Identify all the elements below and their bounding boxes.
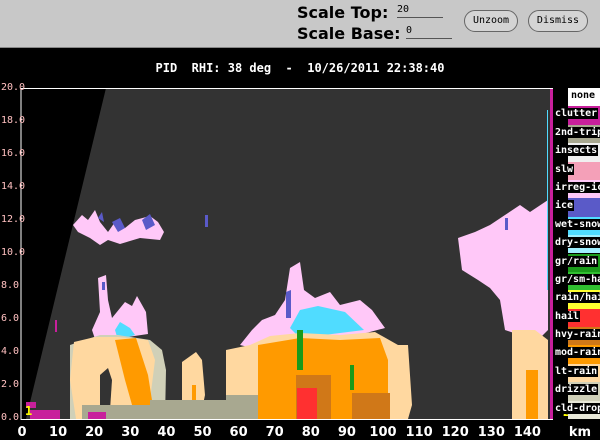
x-tick-label: 130 — [477, 425, 505, 440]
legend-label: lt-rain — [554, 365, 599, 377]
legend-label: mod-rain — [554, 347, 600, 359]
x-tick-label: 40 — [157, 425, 176, 440]
x-tick-label: 100 — [369, 425, 397, 440]
x-tick-label: 70 — [265, 425, 284, 440]
legend-label: ice — [554, 200, 575, 212]
x-tick-label: 10 — [49, 425, 68, 440]
legend-label: gr/sm-hail — [554, 273, 600, 285]
x-tick-label: 120 — [441, 425, 469, 440]
legend-label: cld-drop — [554, 402, 600, 414]
y-tick-label: 0.0 — [1, 412, 20, 423]
y-tick-label: 20.0 — [1, 82, 26, 93]
y-tick-label: 12.0 — [1, 214, 26, 225]
legend-label: hvy-rain — [554, 329, 600, 341]
y-tick-label: 6.0 — [1, 313, 20, 324]
legend-label: 2nd-trip — [554, 126, 600, 138]
legend-label: gr/rain — [554, 255, 599, 267]
x-tick-label: 80 — [301, 425, 320, 440]
y-tick-label: 4.0 — [1, 346, 20, 357]
legend-label: none — [571, 90, 596, 101]
legend-label: dry-snow — [554, 237, 600, 249]
legend-label: clutter — [554, 108, 599, 120]
x-tick-label: 0 — [17, 425, 27, 440]
marker-left: 1 — [25, 404, 33, 418]
y-tick-label: 14.0 — [1, 181, 26, 192]
legend-label: wet-snow — [554, 218, 600, 230]
legend-label: hail — [554, 310, 581, 322]
x-tick-label: 30 — [121, 425, 140, 440]
y-tick-label: 18.0 — [1, 115, 26, 126]
y-tick-label: 8.0 — [1, 280, 20, 291]
legend-label: rain/hail — [554, 292, 600, 304]
x-tick-label: 110 — [405, 425, 433, 440]
x-tick-label: 90 — [337, 425, 356, 440]
legend-label: slw — [554, 163, 575, 175]
x-tick-label: 140 — [513, 425, 541, 440]
y-tick-label: 16.0 — [1, 148, 26, 159]
legend-label: drizzle — [554, 384, 599, 396]
range-edge-line — [550, 88, 553, 419]
x-tick-label: 20 — [85, 425, 104, 440]
y-tick-label: 2.0 — [1, 379, 20, 390]
y-tick-label: 10.0 — [1, 247, 26, 258]
legend-label: insects — [554, 145, 599, 157]
x-axis-unit: km — [568, 425, 592, 440]
range-edge-cyan — [547, 110, 548, 290]
rhi-plot[interactable] — [0, 0, 600, 440]
legend-label: irreg-ice — [554, 181, 600, 193]
x-tick-label: 50 — [193, 425, 212, 440]
x-tick-label: 60 — [229, 425, 248, 440]
